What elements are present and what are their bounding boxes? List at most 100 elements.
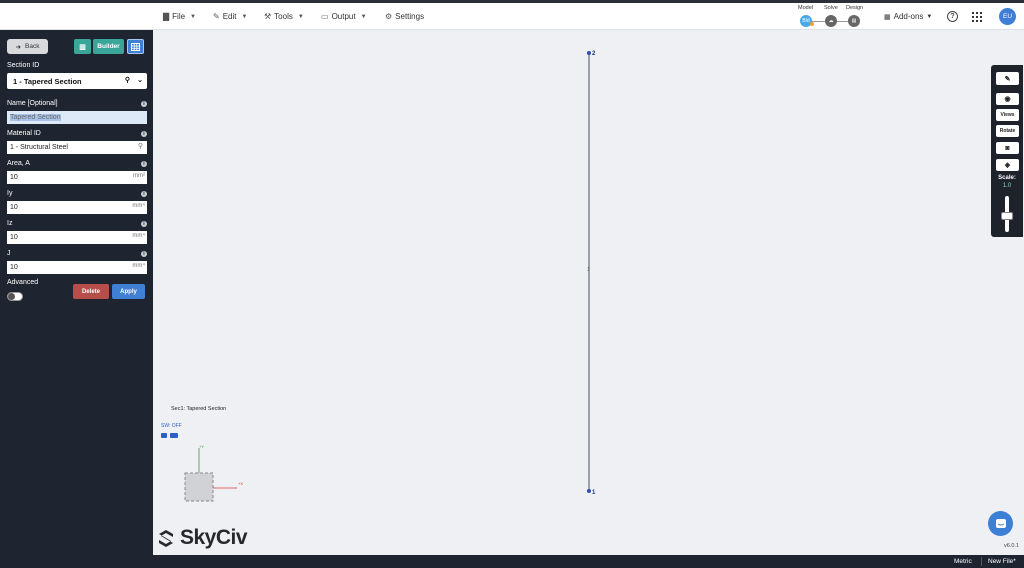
node-1[interactable] (587, 489, 591, 493)
chevron-down-icon[interactable]: ⌄ (137, 76, 143, 84)
back-button[interactable]: ➜ Back (7, 39, 48, 54)
camera-icon[interactable] (170, 433, 178, 438)
3d-view-button[interactable]: ◈ (996, 159, 1019, 171)
step-design-label: Design (846, 5, 864, 11)
area-label: Area, A (7, 160, 30, 167)
step-design-button[interactable]: ▤ (848, 15, 860, 27)
apply-button[interactable]: Apply (112, 284, 145, 299)
arrow-left-icon: ➜ (15, 43, 21, 51)
cube-icon: ◈ (1004, 162, 1011, 169)
help-button[interactable]: ? (947, 11, 958, 22)
axis-x-label: +X (238, 481, 243, 486)
delete-label: Delete (81, 288, 100, 295)
advanced-toggle[interactable] (7, 292, 23, 301)
views-button[interactable]: Views (996, 109, 1019, 121)
area-input[interactable]: 10 mm² (7, 171, 147, 184)
j-value: 10 (10, 264, 18, 271)
iz-input[interactable]: 10 mm⁴ (7, 231, 147, 244)
step-solve-label: Solve (824, 5, 838, 11)
search-icon[interactable]: ⚲ (125, 76, 130, 84)
iz-value: 10 (10, 234, 18, 241)
iy-value: 10 (10, 204, 18, 211)
apps-grid-button[interactable] (972, 12, 982, 22)
visibility-button[interactable]: ◉ (996, 93, 1019, 105)
file-icon: ▇ (163, 12, 170, 21)
version-label: v6.0.1 (1004, 543, 1019, 549)
info-icon[interactable]: i (141, 161, 147, 167)
edit-mode-button[interactable]: ✎ (996, 72, 1019, 85)
iy-input[interactable]: 10 mm⁴ (7, 201, 147, 214)
screenshot-button[interactable]: ◙ (996, 142, 1019, 154)
lock-icon[interactable] (161, 433, 167, 438)
right-toolbar: ✎ ◉ Views Rotate ◙ ◈ Scale: 1.0 (991, 65, 1023, 237)
builder-button[interactable]: Builder (93, 39, 124, 54)
info-icon[interactable]: i (141, 131, 147, 137)
builder-label: Builder (97, 43, 120, 50)
file-name-label: New File* (988, 558, 1016, 565)
pencil-icon: ✎ (213, 12, 220, 21)
apply-label: Apply (120, 288, 137, 295)
scale-value: 1.0 (1002, 183, 1012, 189)
scale-label: Scale: (998, 175, 1016, 181)
camera-icon: ◙ (1005, 144, 1010, 152)
iy-label: Iy (7, 190, 13, 197)
section-id-value: 1 - Tapered Section (13, 76, 82, 86)
section-id-select[interactable]: 1 - Tapered Section ⚲ ⌄ (7, 73, 147, 89)
chat-button[interactable] (988, 511, 1013, 536)
menu-file[interactable]: ▇ File ▼ (163, 3, 196, 30)
rotate-label: Rotate (999, 128, 1016, 134)
menu-output[interactable]: ▭ Output ▼ (321, 3, 367, 30)
info-icon[interactable]: i (141, 251, 147, 257)
grid-icon: ▦ (884, 13, 891, 21)
j-input[interactable]: 10 mm⁴ (7, 261, 147, 274)
skyciv-logo-icon (159, 530, 173, 547)
status-dot (810, 22, 814, 26)
table-view-button[interactable] (127, 39, 144, 54)
units-button[interactable]: Metric (954, 555, 972, 568)
name-value: Tapered Section (10, 114, 61, 121)
section-sidebar: ➜ Back ▥ Builder Section ID 1 - Tapered … (0, 30, 153, 555)
section-library-button[interactable]: ▥ (74, 39, 91, 54)
addons-menu[interactable]: ▦ Add-ons ▼ (884, 3, 932, 30)
model-viewport[interactable]: 2 1 1 +Y +X (153, 30, 1024, 555)
node-2-label: 2 (592, 51, 596, 57)
section-label: Sec1: Tapered Section (171, 406, 227, 412)
menu-settings-label: Settings (395, 12, 425, 21)
area-unit: mm² (133, 173, 145, 179)
menu-file-label: File (172, 12, 186, 21)
menu-tools-label: Tools (274, 12, 293, 21)
gear-icon: ⚙ (385, 12, 393, 21)
node-1-label: 1 (592, 490, 596, 496)
menu-edit[interactable]: ✎ Edit ▼ (213, 3, 247, 30)
model-canvas[interactable]: 2 1 1 +Y +X (153, 30, 1024, 555)
section-preview (184, 472, 214, 502)
pencil-icon: ✎ (1004, 75, 1011, 83)
section-id-label: Section ID (7, 62, 40, 69)
name-input[interactable]: Tapered Section (7, 111, 147, 124)
self-weight-label[interactable]: SW: OFF (161, 423, 182, 429)
menu-tools[interactable]: ⚒ Tools ▼ (264, 3, 304, 30)
avatar[interactable]: EU (999, 8, 1016, 25)
divider (981, 557, 982, 566)
search-icon[interactable]: ⚲ (138, 142, 143, 150)
toggle-knob (8, 293, 15, 300)
node-2[interactable] (587, 51, 591, 55)
menu-settings[interactable]: ⚙ Settings (385, 3, 424, 30)
axis-y-label: +Y (199, 444, 204, 449)
bottom-status-bar: Metric New File* (0, 555, 1024, 568)
file-name-button[interactable]: New File* (988, 555, 1016, 568)
question-icon: ? (950, 13, 955, 20)
member-1-label: 1 (587, 267, 590, 273)
delete-button[interactable]: Delete (73, 284, 109, 299)
step-connector (837, 21, 848, 22)
info-icon[interactable]: i (141, 221, 147, 227)
wrench-icon: ⚒ (264, 12, 272, 21)
material-input[interactable]: 1 - Structural Steel ⚲ (7, 141, 147, 154)
info-icon[interactable]: i (141, 101, 147, 107)
info-icon[interactable]: i (141, 191, 147, 197)
scale-slider-handle[interactable] (1001, 212, 1013, 220)
area-value: 10 (10, 174, 18, 181)
step-solve-button[interactable]: ☁ (825, 15, 837, 27)
chat-icon (995, 518, 1006, 528)
rotate-button[interactable]: Rotate (996, 125, 1019, 137)
